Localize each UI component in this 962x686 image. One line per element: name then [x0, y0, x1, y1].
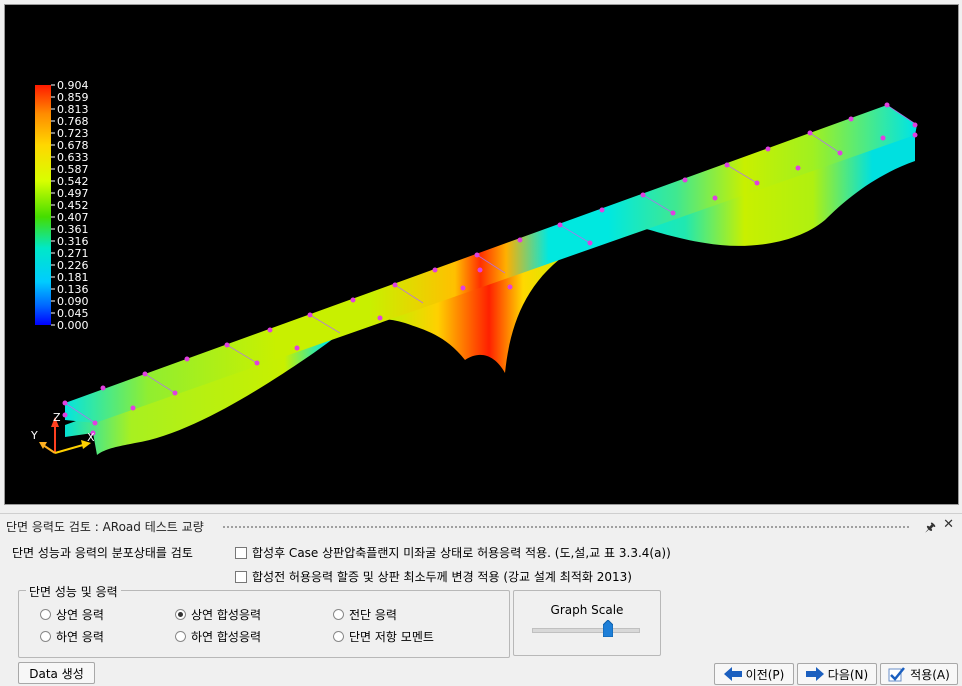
checkbox-box[interactable]	[235, 570, 247, 583]
group-label: 단면 성능 및 응력	[26, 583, 121, 600]
radio-dot[interactable]	[175, 631, 186, 642]
prev-button[interactable]: 이전(P)	[714, 663, 794, 685]
checkbox-label: 합성후 Case 상판압축플랜지 미좌굴 상태로 허용응력 적용. (도,설,교…	[252, 546, 671, 560]
radio-bottom-stress[interactable]: 하연 응력	[40, 628, 104, 645]
radio-label: 하연 응력	[56, 630, 104, 644]
panel-description: 단면 성능과 응력의 분포상태를 검토	[12, 546, 193, 560]
section-stress-group	[18, 590, 510, 658]
radio-label: 상연 응력	[56, 608, 104, 622]
graph-scale-track[interactable]	[532, 628, 640, 633]
apply-label: 적용(A)	[910, 667, 950, 682]
3d-viewport[interactable]: 0.904 0.859 0.813 0.768 0.723 0.678 0.633 0.587…	[4, 4, 959, 505]
close-icon[interactable]: ✕	[943, 517, 954, 532]
radio-label: 전단 응력	[349, 608, 397, 622]
title-grip	[222, 525, 910, 529]
axis-label-x: X	[87, 431, 95, 444]
legend-value: 0.000	[57, 319, 89, 332]
pin-icon[interactable]: 🖈	[925, 518, 936, 539]
radio-shear-stress[interactable]: 전단 응력	[333, 606, 397, 623]
checkbox-composite-allowable[interactable]: 합성후 Case 상판압축플랜지 미좌굴 상태로 허용응력 적용. (도,설,교…	[235, 544, 671, 561]
radio-top-composite-stress[interactable]: 상연 합성응력	[175, 606, 261, 623]
data-generate-button[interactable]: Data 생성	[18, 662, 95, 684]
radio-resisting-moment[interactable]: 단면 저항 모멘트	[333, 628, 434, 645]
apply-button[interactable]: 적용(A)	[880, 663, 958, 685]
arrow-left-icon	[723, 667, 742, 681]
next-button[interactable]: 다음(N)	[797, 663, 877, 685]
checkbox-precomposite-increase[interactable]: 합성전 허용응력 할증 및 상판 최소두께 변경 적용 (강교 설계 최적화 2…	[235, 568, 632, 585]
radio-dot[interactable]	[40, 631, 51, 642]
next-label: 다음(N)	[827, 667, 869, 682]
radio-top-stress[interactable]: 상연 응력	[40, 606, 104, 623]
axis-label-z: Z	[53, 411, 61, 424]
radio-dot[interactable]	[40, 609, 51, 620]
arrow-right-icon	[805, 667, 824, 681]
panel-title: 단면 응력도 검토 : ARoad 테스트 교량	[6, 520, 204, 534]
checkbox-label: 합성전 허용응력 할증 및 상판 최소두께 변경 적용 (강교 설계 최적화 2…	[252, 570, 632, 584]
graph-scale-box: Graph Scale	[513, 590, 661, 656]
axis-label-y: Y	[30, 429, 38, 442]
radio-dot-selected[interactable]	[175, 609, 186, 620]
radio-dot[interactable]	[333, 609, 344, 620]
graph-scale-thumb[interactable]	[603, 620, 613, 637]
radio-label: 단면 저항 모멘트	[349, 630, 434, 644]
radio-label: 하연 합성응력	[191, 630, 262, 644]
check-icon	[888, 666, 906, 682]
prev-label: 이전(P)	[745, 667, 785, 682]
panel-title-bar: 단면 응력도 검토 : ARoad 테스트 교량 🖈 ✕	[0, 513, 962, 538]
data-generate-label: Data 생성	[29, 666, 84, 681]
checkbox-box[interactable]	[235, 546, 247, 559]
radio-bottom-composite-stress[interactable]: 하연 합성응력	[175, 628, 261, 645]
graph-scale-label: Graph Scale	[550, 603, 624, 617]
radio-dot[interactable]	[333, 631, 344, 642]
radio-label: 상연 합성응력	[191, 608, 262, 622]
bridge-stress-render: 0.9040.8590.8130.7680.7230.6780.6330.587…	[30, 79, 918, 455]
legend-color-bar	[35, 85, 51, 325]
